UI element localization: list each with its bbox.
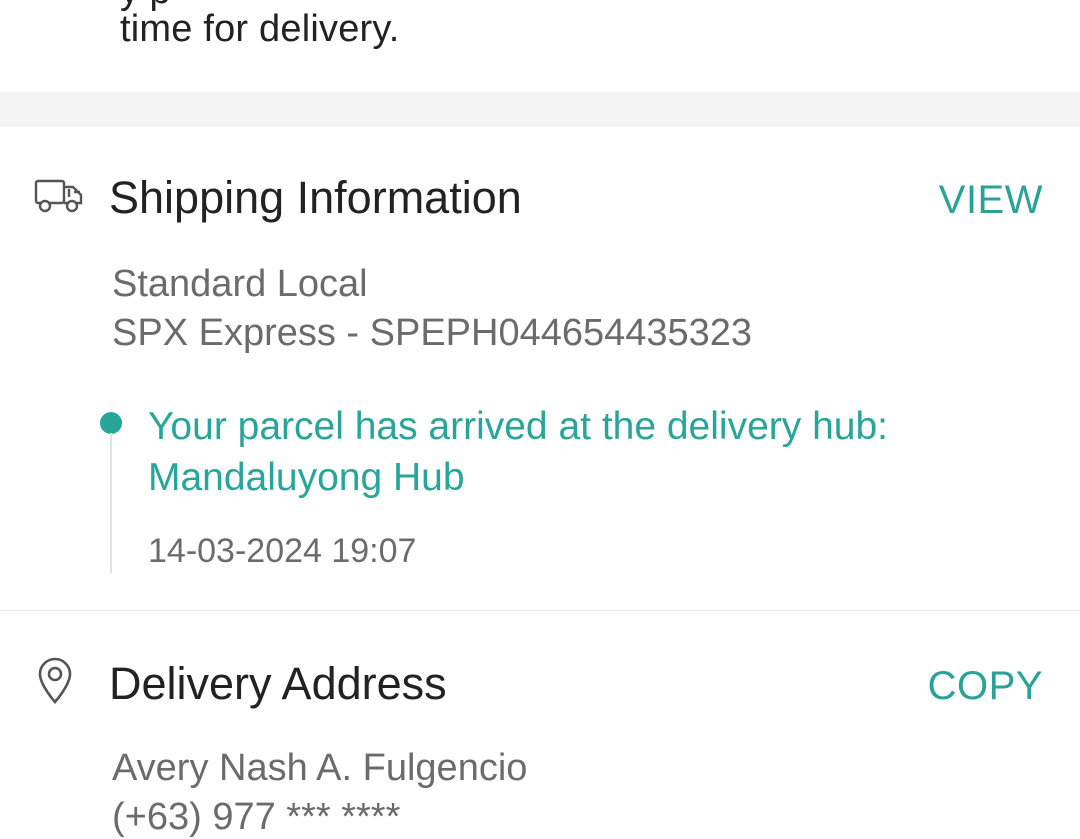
delivery-note-text: time for delivery. [120,8,400,50]
location-pin-icon [36,657,74,710]
tracking-status-dot [100,412,122,434]
courier-tracking-number: SPX Express - SPEPH044654435323 [112,312,753,354]
shipping-service: Standard Local [112,263,368,305]
view-shipping-button[interactable]: VIEW [939,178,1043,223]
shipping-information-title: Shipping Information [109,172,522,223]
copy-address-button[interactable]: COPY [928,664,1043,709]
delivery-address-title: Delivery Address [109,658,447,709]
section-separator [0,92,1080,127]
tracking-timeline-line [110,433,112,573]
shipping-information-section: Shipping Information VIEW Standard Local… [0,127,1080,609]
recipient-phone: (+63) 977 *** **** [112,796,401,838]
recipient-name: Avery Nash A. Fulgencio [112,747,528,789]
delivery-note: y p time for delivery. [0,0,1080,92]
delivery-address-section: Delivery Address COPY Avery Nash A. Fulg… [0,610,1080,838]
tracking-status-time: 14-03-2024 19:07 [148,532,417,570]
truck-icon [34,175,84,220]
tracking-status-message[interactable]: Your parcel has arrived at the delivery … [148,401,1008,503]
